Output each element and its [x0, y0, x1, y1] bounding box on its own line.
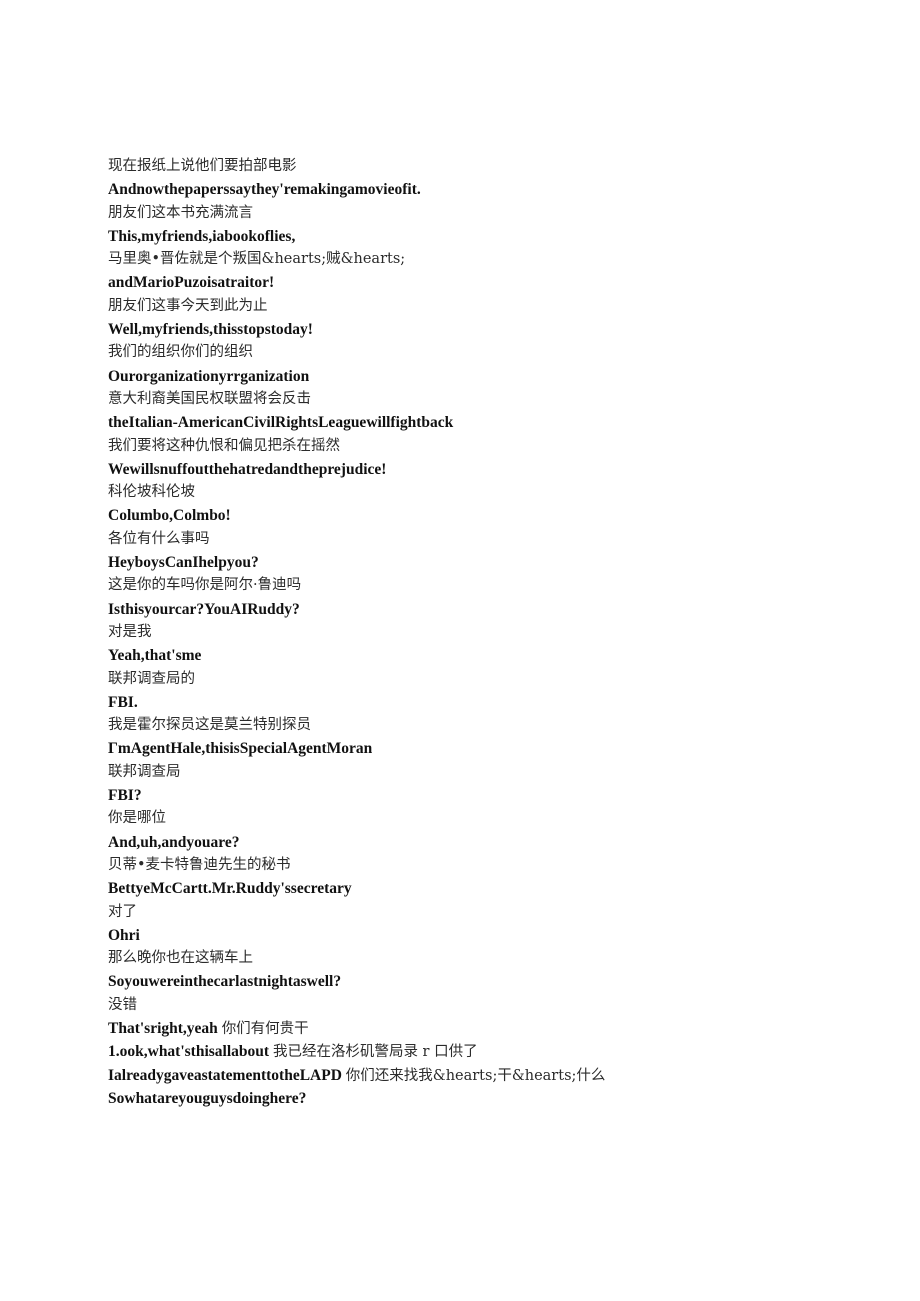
transcript-line: ΓmAgentHale,thisisSpecialAgentMoran — [108, 740, 373, 758]
transcript-line: And,uh,andyouare? — [108, 833, 240, 851]
transcript-line: Ourorganizationyrrganization — [108, 367, 310, 385]
document-page: 现在报纸上说他们要拍部电影 Andnowthepaperssaythey'rema… — [0, 0, 920, 1301]
transcript-line: FBI. — [108, 693, 138, 711]
transcript-line: 对是我 — [108, 623, 152, 640]
transcript-line: 我是霍尔探员这是莫兰特别探员 — [108, 717, 311, 734]
transcript-line: andMarioPuzoisatraitor! — [108, 274, 275, 292]
transcript-line: 那么晚你也在这辆车上 — [108, 950, 253, 967]
transcript-line: 联邦调查局 — [108, 763, 181, 780]
transcript-line: 科伦坡科伦坡 — [108, 484, 195, 501]
transcript-line: 现在报纸上说他们要拍部电影 — [108, 158, 297, 174]
transcript-line: 1.ook,what'sthisallabout 我已经在洛杉矶警局录 r 口供… — [108, 1040, 868, 1063]
transcript-line: 我们的组织你们的组织 — [108, 344, 253, 361]
transcript-line: Andnowthepaperssaythey'remakingamovieofi… — [108, 181, 421, 199]
transcript-line: That'sright,yeah 你们有何贵干 — [108, 1017, 868, 1040]
transcript-line: 意大利裔美国民权联盟将会反击 — [108, 390, 311, 407]
transcript-line: Sowhatareyouguysdoinghere? — [108, 1089, 307, 1107]
transcript-segment-chinese: 我已经在洛杉矶警局录 r 口供了 — [272, 1044, 478, 1061]
transcript-line: theItalian-AmericanCivilRightsLeaguewill… — [108, 414, 454, 432]
transcript-line: 没错 — [108, 996, 137, 1013]
transcript-segment-chinese: 你们有何贵干 — [221, 1020, 309, 1037]
transcript-line: Yeah,that'sme — [108, 647, 202, 665]
transcript-text-block: 现在报纸上说他们要拍部电影 Andnowthepaperssaythey'rema… — [108, 155, 868, 1110]
transcript-line: FBI? — [108, 787, 142, 805]
transcript-line: Wewillsnuffoutthehatredandtheprejudice! — [108, 460, 387, 478]
transcript-line: HeyboysCanIhelpyou? — [108, 554, 259, 572]
transcript-segment-english: IalreadygaveastatementtotheLAPD — [108, 1066, 346, 1084]
transcript-line: 你是哪位 — [108, 810, 166, 827]
transcript-line: IalreadygaveastatementtotheLAPD 你们还来找我&h… — [108, 1064, 868, 1087]
transcript-line: 我们要将这种仇恨和偏见把杀在摇然 — [108, 437, 340, 454]
transcript-line: Well,myfriends,thisstopstoday! — [108, 321, 313, 339]
transcript-segment-english: That'sright,yeah — [108, 1019, 222, 1037]
transcript-line: 这是你的车吗你是阿尔·鲁迪吗 — [108, 577, 302, 594]
transcript-line: 联邦调查局的 — [108, 670, 195, 687]
transcript-line: BettyeMcCartt.Mr.Ruddy'ssecretary — [108, 880, 352, 898]
transcript-line: Columbo,Colmbo! — [108, 507, 231, 525]
transcript-line: Ohri — [108, 926, 140, 944]
transcript-line: 朋友们这事今天到此为止 — [108, 297, 268, 314]
transcript-line: 朋友们这本书充满流言 — [108, 204, 253, 221]
transcript-line: 马里奥•晋佐就是个叛国&hearts;贼&hearts; — [108, 251, 406, 268]
transcript-line: 各位有什么事吗 — [108, 530, 210, 547]
transcript-line: Soyouwereinthecarlastnightaswell? — [108, 973, 342, 991]
transcript-line: This,myfriends,iabookoflies, — [108, 227, 296, 245]
transcript-segment-english: 1.ook,what'sthisallabout — [108, 1043, 273, 1061]
transcript-line: 贝蒂•麦卡特鲁迪先生的秘书 — [108, 856, 291, 873]
transcript-line: 对了 — [108, 903, 137, 920]
transcript-segment-chinese: 你们还来找我&hearts;干&hearts;什么 — [345, 1067, 606, 1084]
transcript-line: Isthisyourcar?YouAIRuddy? — [108, 600, 300, 618]
